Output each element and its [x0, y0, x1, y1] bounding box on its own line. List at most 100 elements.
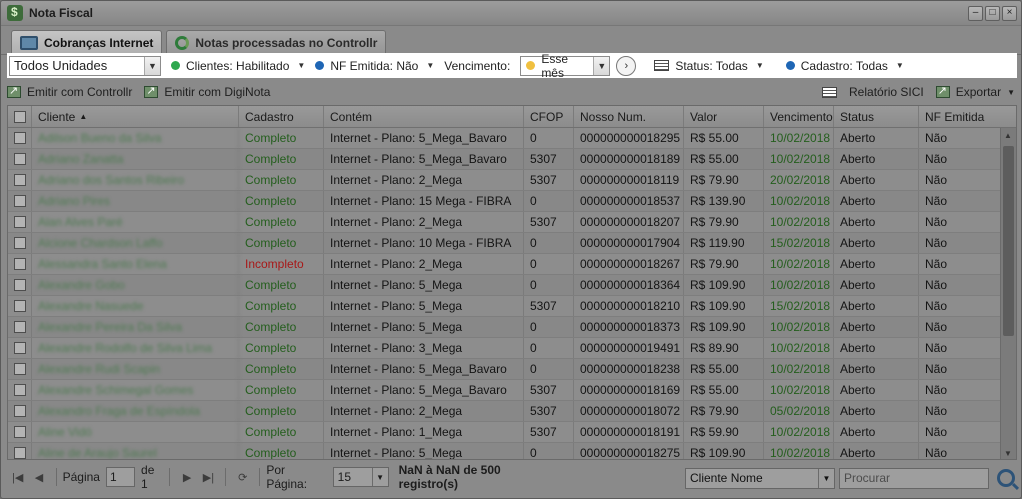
row-checkbox[interactable]: [13, 237, 26, 249]
row-checkbox[interactable]: [13, 195, 26, 207]
row-checkbox-cell[interactable]: [8, 233, 32, 253]
contem-cell: Internet - Plano: 2_Mega: [324, 254, 524, 274]
row-checkbox[interactable]: [13, 342, 26, 354]
row-checkbox[interactable]: [13, 258, 26, 270]
row-checkbox[interactable]: [13, 363, 26, 375]
row-checkbox-cell[interactable]: [8, 401, 32, 421]
row-checkbox-cell[interactable]: [8, 128, 32, 148]
col-valor[interactable]: Valor: [684, 106, 764, 127]
row-checkbox-cell[interactable]: [8, 359, 32, 379]
tab-cobrancas-internet[interactable]: Cobranças Internet: [11, 30, 163, 54]
row-checkbox[interactable]: [13, 405, 26, 417]
col-contem[interactable]: Contém: [324, 106, 524, 127]
table-row[interactable]: Alexandre Gobo Completo Internet - Plano: …: [8, 275, 1016, 296]
vencimento-cell: 20/02/2018: [764, 170, 834, 190]
exportar-button[interactable]: Exportar ▼: [935, 84, 1015, 99]
row-checkbox[interactable]: [13, 426, 26, 438]
tab-notas-processadas[interactable]: Notas processadas no Controllr: [166, 30, 387, 54]
row-checkbox-cell[interactable]: [8, 296, 32, 316]
valor-cell: R$ 55.00: [684, 359, 764, 379]
nosso-num-cell: 000000000018537: [574, 191, 684, 211]
emit-diginota-button[interactable]: Emitir com DigiNota: [144, 84, 270, 99]
nf-emitida-filter[interactable]: NF Emitida: Não ▼: [315, 59, 434, 73]
table-row[interactable]: Alexandre Schimegal Gomes Completo Interne…: [8, 380, 1016, 401]
search-field-select[interactable]: Cliente Nome ▼: [685, 467, 835, 489]
row-checkbox-cell[interactable]: [8, 338, 32, 358]
row-checkbox-cell[interactable]: [8, 275, 32, 295]
tab-bar: Cobranças Internet Notas processadas no …: [1, 26, 1021, 55]
col-nosso-num[interactable]: Nosso Num.: [574, 106, 684, 127]
valor-cell: R$ 79.90: [684, 170, 764, 190]
prev-page-icon[interactable]: ◀: [30, 468, 47, 486]
col-cfop[interactable]: CFOP: [524, 106, 574, 127]
close-button[interactable]: ×: [1002, 6, 1017, 21]
table-row[interactable]: Adilson Bueno da Silva Completo Internet -…: [8, 128, 1016, 149]
row-checkbox-cell[interactable]: [8, 191, 32, 211]
col-status[interactable]: Status: [834, 106, 919, 127]
maximize-button[interactable]: □: [985, 6, 1000, 21]
nf-emitida-cell: Não: [925, 320, 948, 334]
first-page-icon[interactable]: |◀: [9, 468, 26, 486]
table-row[interactable]: Alexandro Fraga de Espíndola Completo Inte…: [8, 401, 1016, 422]
table-row[interactable]: Adriano Zanatta Completo Internet - Plano:…: [8, 149, 1016, 170]
next-period-button[interactable]: ›: [616, 55, 637, 76]
vencimento-select[interactable]: Esse mês ▼: [520, 52, 611, 80]
table-row[interactable]: Alexandre Nasuede Completo Internet - Plan…: [8, 296, 1016, 317]
row-checkbox[interactable]: [13, 321, 26, 333]
row-checkbox[interactable]: [13, 447, 26, 459]
minimize-button[interactable]: –: [968, 6, 983, 21]
nf-emitida-cell: Não: [925, 383, 948, 397]
row-checkbox-cell[interactable]: [8, 212, 32, 232]
row-checkbox[interactable]: [13, 153, 26, 165]
caret-down-icon: ▼: [297, 61, 306, 70]
row-checkbox-cell[interactable]: [8, 149, 32, 169]
row-checkbox-cell[interactable]: [8, 254, 32, 274]
row-checkbox[interactable]: [13, 132, 26, 144]
nosso-num-cell: 000000000019491: [574, 338, 684, 358]
table-row[interactable]: Adriano dos Santos Ribeiro Completo Intern…: [8, 170, 1016, 191]
relatorio-sici-button[interactable]: Relatório SICI: [822, 85, 924, 99]
vertical-scrollbar[interactable]: ▲ ▼: [1000, 128, 1016, 459]
scroll-thumb[interactable]: [1003, 146, 1014, 336]
table-row[interactable]: Alcione Chardson Laffo Completo Internet -…: [8, 233, 1016, 254]
table-row[interactable]: Alexandre Rudi Scapin Completo Internet - …: [8, 359, 1016, 380]
contem-cell: Internet - Plano: 5_Mega: [324, 296, 524, 316]
select-all-checkbox-cell[interactable]: [8, 106, 32, 127]
row-checkbox[interactable]: [13, 384, 26, 396]
col-vencimento[interactable]: Vencimento: [764, 106, 834, 127]
emit-controllr-button[interactable]: Emitir com Controllr: [7, 84, 132, 99]
row-checkbox-cell[interactable]: [8, 170, 32, 190]
select-all-checkbox[interactable]: [13, 110, 26, 123]
last-page-icon[interactable]: ▶|: [200, 468, 217, 486]
table-row[interactable]: Adriano Pires Completo Internet - Plano: 1…: [8, 191, 1016, 212]
status-filter[interactable]: Status: Todas ▼: [654, 59, 764, 73]
clientes-filter[interactable]: Clientes: Habilitado ▼: [171, 59, 305, 73]
per-page-select[interactable]: 15 ▼: [332, 467, 389, 487]
scroll-down-icon[interactable]: ▼: [1004, 449, 1012, 458]
row-checkbox-cell[interactable]: [8, 380, 32, 400]
row-checkbox-cell[interactable]: [8, 443, 32, 459]
table-row[interactable]: Aline de Araujo Saurel Completo Internet -…: [8, 443, 1016, 459]
table-row[interactable]: Alexandre Rodolfo de Silva Lima Completo I…: [8, 338, 1016, 359]
scroll-up-icon[interactable]: ▲: [1004, 131, 1012, 140]
table-row[interactable]: Aline Vidó Completo Internet - Plano: 1_Me…: [8, 422, 1016, 443]
row-checkbox[interactable]: [13, 279, 26, 291]
table-row[interactable]: Alan Alves Paré Completo Internet - Plano:…: [8, 212, 1016, 233]
search-input[interactable]: Procurar: [839, 467, 989, 489]
row-checkbox[interactable]: [13, 174, 26, 186]
row-checkbox[interactable]: [13, 216, 26, 228]
row-checkbox[interactable]: [13, 300, 26, 312]
col-nf-emitida[interactable]: NF Emitida: [919, 106, 1002, 127]
cadastro-filter[interactable]: Cadastro: Todas ▼: [785, 59, 904, 73]
table-row[interactable]: Alessandra Santo Elena Incompleto Internet…: [8, 254, 1016, 275]
search-icon[interactable]: [997, 469, 1015, 487]
row-checkbox-cell[interactable]: [8, 422, 32, 442]
next-page-icon[interactable]: ▶: [178, 468, 195, 486]
col-cliente[interactable]: Cliente ▲: [32, 106, 239, 127]
page-number-input[interactable]: 1: [105, 467, 136, 487]
col-cadastro[interactable]: Cadastro: [239, 106, 324, 127]
row-checkbox-cell[interactable]: [8, 317, 32, 337]
unit-select[interactable]: Todos Unidades ▼: [9, 55, 161, 76]
table-row[interactable]: Alexandre Pereira Da Silva Completo Intern…: [8, 317, 1016, 338]
refresh-icon[interactable]: ⟳: [234, 468, 251, 486]
